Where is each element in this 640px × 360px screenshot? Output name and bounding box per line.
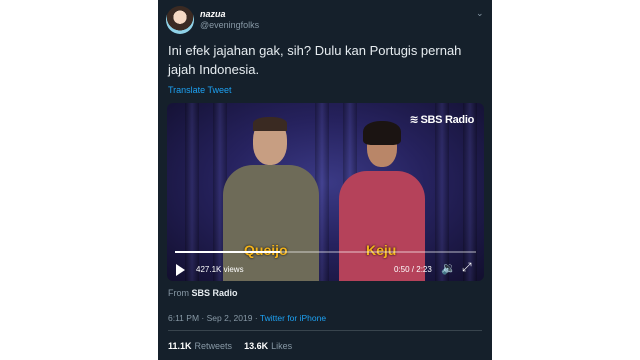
tweet-meta: 6:11 PM · Sep 2, 2019 · Twitter for iPho… xyxy=(168,313,326,323)
sbs-logo-icon: ≋ xyxy=(409,114,419,126)
display-name[interactable]: nazua xyxy=(200,9,226,19)
view-count: 427.1K views xyxy=(196,265,244,274)
meta-separator: · xyxy=(201,313,205,323)
retweets-label[interactable]: Retweets xyxy=(195,341,233,351)
tweet-stats: 11.1K Retweets 13.6K Likes xyxy=(168,341,292,351)
video-controls: 427.1K views 0:50 / 2:23 🔉 ⤢ xyxy=(167,255,484,281)
likes-label[interactable]: Likes xyxy=(271,341,292,351)
fullscreen-icon[interactable]: ⤢ xyxy=(462,260,472,275)
retweets-count[interactable]: 11.1K xyxy=(168,341,192,351)
play-icon[interactable] xyxy=(176,264,185,276)
tweet-date[interactable]: Sep 2, 2019 xyxy=(207,313,253,323)
avatar[interactable] xyxy=(166,6,194,34)
media-source: From SBS Radio xyxy=(168,288,238,298)
progress-fill xyxy=(175,251,281,253)
video-time: 0:50 / 2:23 xyxy=(394,265,432,274)
tweet-card: nazua @eveningfolks ⌄ Ini efek jajahan g… xyxy=(158,0,492,360)
tweet-time[interactable]: 6:11 PM xyxy=(168,313,199,323)
tweet-text: Ini efek jajahan gak, sih? Dulu kan Port… xyxy=(168,43,462,77)
sbs-brand-label: SBS Radio xyxy=(420,114,474,126)
video-player[interactable]: ≋ SBS Radio Queijo Keju 427.1K views 0:50… xyxy=(167,103,484,281)
likes-count[interactable]: 13.6K xyxy=(244,341,268,351)
chevron-down-icon[interactable]: ⌄ xyxy=(476,8,484,19)
volume-icon[interactable]: 🔉 xyxy=(441,261,456,275)
divider xyxy=(168,330,482,331)
man-hair xyxy=(253,117,287,131)
sbs-logo: ≋ SBS Radio xyxy=(409,113,475,126)
translate-tweet-link[interactable]: Translate Tweet xyxy=(168,85,232,95)
meta-separator: · xyxy=(254,313,258,323)
user-handle[interactable]: @eveningfolks xyxy=(200,20,259,30)
woman-hair xyxy=(363,121,401,145)
tweet-client[interactable]: Twitter for iPhone xyxy=(260,313,326,323)
source-link[interactable]: SBS Radio xyxy=(192,288,238,298)
progress-bar[interactable] xyxy=(175,251,476,253)
from-label: From xyxy=(168,288,189,298)
